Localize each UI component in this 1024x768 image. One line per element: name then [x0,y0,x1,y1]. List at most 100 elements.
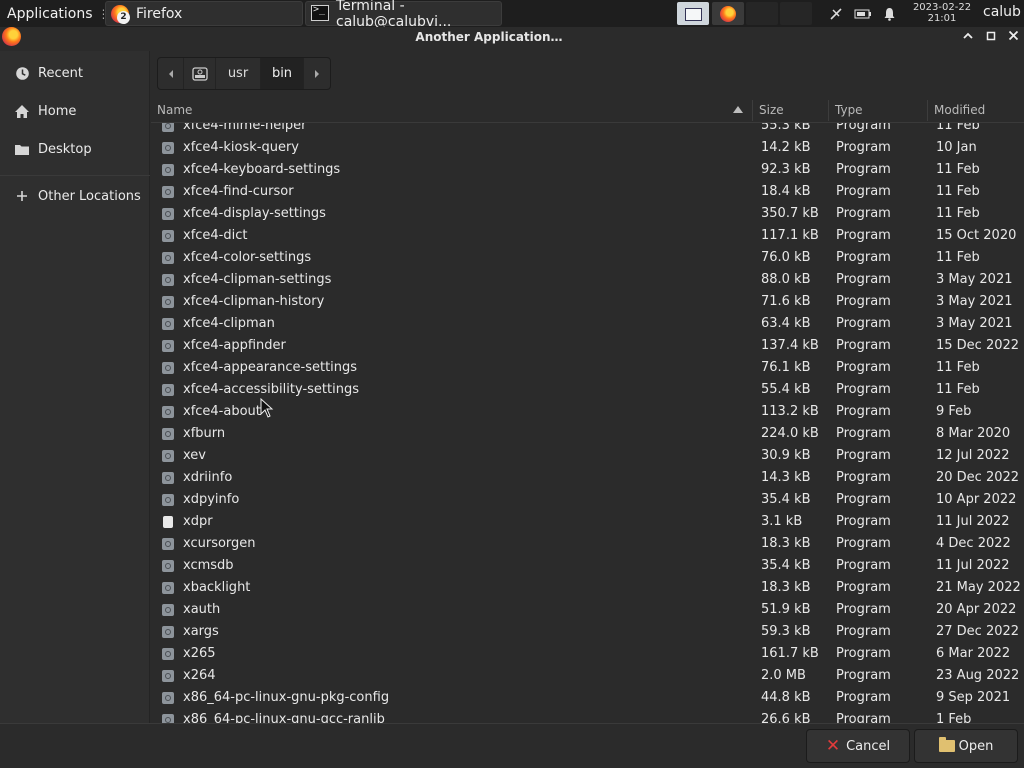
sidebar-item-home[interactable]: Home [0,96,150,126]
mute-icon[interactable] [826,0,846,27]
top-panel: Applications ⋮ 2 Firefox Terminal - calu… [0,0,1024,30]
file-row[interactable]: xfce4-keyboard-settings 92.3 kB Program 11 … [151,159,1024,181]
executable-icon [162,384,174,396]
workspace-4[interactable] [780,2,812,25]
file-row[interactable]: xdpr 3.1 kB Program 11 Jul 2022 [151,511,1024,533]
file-size: 350.7 kB [761,206,819,221]
file-row[interactable]: xcursorgen 18.3 kB Program 4 Dec 2022 [151,533,1024,555]
column-header-type[interactable]: Type [835,98,925,123]
column-divider[interactable] [752,100,753,121]
plus-icon [14,188,30,204]
file-size: 76.0 kB [761,250,811,265]
drive-icon [191,66,208,81]
file-row[interactable]: xfce4-find-cursor 18.4 kB Program 11 Feb [151,181,1024,203]
taskbar-firefox[interactable]: 2 Firefox [105,1,303,26]
file-row[interactable]: xauth 51.9 kB Program 20 Apr 2022 [151,599,1024,621]
file-row[interactable]: xfce4-kiosk-query 14.2 kB Program 10 Jan [151,137,1024,159]
maximize-icon[interactable] [983,30,999,46]
battery-icon[interactable] [852,0,874,27]
user-name[interactable]: calub [983,4,1021,20]
path-back-button[interactable] [158,58,184,89]
terminal-icon [311,4,329,23]
menu-handle-icon: ⋮ [97,6,104,21]
path-segment-bin[interactable]: bin [261,58,304,89]
file-row[interactable]: xfce4-appfinder 137.4 kB Program 15 Dec 202… [151,335,1024,357]
file-type: Program [836,184,891,199]
executable-icon [162,692,174,704]
file-modified: 6 Mar 2022 [936,646,1011,661]
file-row[interactable]: xfburn 224.0 kB Program 8 Mar 2020 [151,423,1024,445]
file-type: Program [836,492,891,507]
file-size: 76.1 kB [761,360,811,375]
workspace-3[interactable] [746,2,778,25]
executable-icon [162,208,174,220]
file-modified: 11 Jul 2022 [936,558,1010,573]
path-forward-button[interactable] [304,58,330,89]
executable-icon [162,450,174,462]
file-row[interactable]: xfce4-clipman 63.4 kB Program 3 May 2021 [151,313,1024,335]
file-type: Program [836,316,891,331]
column-header-modified[interactable]: Modified [934,98,1024,123]
file-row[interactable]: xfce4-clipman-settings 88.0 kB Program 3 Ma… [151,269,1024,291]
file-row[interactable]: xfce4-clipman-history 71.6 kB Program 3 May… [151,291,1024,313]
dialog-action-bar: ✕ Cancel Open [0,723,1024,768]
column-header-name[interactable]: Name [157,98,747,123]
path-root-button[interactable] [184,58,216,89]
file-row[interactable]: xev 30.9 kB Program 12 Jul 2022 [151,445,1024,467]
column-header-size[interactable]: Size [759,98,829,123]
workspace-1[interactable] [677,2,709,25]
file-row[interactable]: xfce4-accessibility-settings 55.4 kB Progr… [151,379,1024,401]
file-row[interactable]: xargs 59.3 kB Program 27 Dec 2022 [151,621,1024,643]
file-row[interactable]: xcmsdb 35.4 kB Program 11 Jul 2022 [151,555,1024,577]
minimize-icon[interactable] [960,30,976,46]
file-row[interactable]: xfce4-mime-helper 55.3 kB Program 11 Feb [151,123,1024,137]
file-modified: 10 Apr 2022 [936,492,1017,507]
bell-icon[interactable] [880,0,898,27]
executable-icon [162,582,174,594]
file-row[interactable]: xfce4-about 113.2 kB Program 9 Feb [151,401,1024,423]
file-row[interactable]: xfce4-dict 117.1 kB Program 15 Oct 2020 [151,225,1024,247]
file-row[interactable]: xdpyinfo 35.4 kB Program 10 Apr 2022 [151,489,1024,511]
close-icon[interactable] [1005,30,1021,46]
sidebar-item-desktop[interactable]: Desktop [0,134,150,164]
file-modified: 20 Dec 2022 [936,470,1020,485]
file-row[interactable]: x264 2.0 MB Program 23 Aug 2022 [151,665,1024,687]
file-type: Program [836,602,891,617]
file-row[interactable]: xdriinfo 14.3 kB Program 20 Dec 2022 [151,467,1024,489]
sidebar-item-recent[interactable]: Recent [0,58,150,88]
sidebar-item-other-locations[interactable]: Other Locations [0,181,150,211]
mouse-pointer-icon [260,398,274,418]
workspace-2[interactable] [712,2,744,25]
executable-icon [162,318,174,330]
column-divider[interactable] [828,100,829,121]
executable-icon [162,714,174,723]
file-type: Program [836,426,891,441]
taskbar-terminal[interactable]: Terminal - calub@calubvi... [305,0,502,30]
file-type: Program [836,360,891,375]
file-list-header: Name Size Type Modified [151,98,1024,123]
file-row[interactable]: x265 161.7 kB Program 6 Mar 2022 [151,643,1024,665]
file-modified: 15 Dec 2022 [936,338,1020,353]
path-segment-usr[interactable]: usr [216,58,261,89]
path-bar: usr bin [157,57,331,90]
applications-menu[interactable]: Applications ⋮ [0,0,104,27]
file-row[interactable]: x86_64-pc-linux-gnu-pkg-config 44.8 kB Pro… [151,687,1024,709]
home-icon [14,103,30,119]
file-name: xfce4-clipman-settings [183,272,332,287]
file-row[interactable]: x86_64-pc-linux-gnu-gcc-ranlib 26.6 kB Pro… [151,709,1024,723]
file-row[interactable]: xfce4-appearance-settings 76.1 kB Program 1… [151,357,1024,379]
file-modified: 11 Feb [936,360,980,375]
cancel-button[interactable]: ✕ Cancel [806,729,910,763]
file-size: 55.4 kB [761,382,811,397]
file-type: Program [836,382,891,397]
clock[interactable]: 2023-02-22 21:01 [904,2,980,24]
file-modified: 23 Aug 2022 [936,668,1020,683]
window-count-badge: 2 [117,10,130,24]
file-row[interactable]: xbacklight 18.3 kB Program 21 May 2022 [151,577,1024,599]
file-row[interactable]: xfce4-display-settings 350.7 kB Program 11 … [151,203,1024,225]
open-button[interactable]: Open [914,729,1018,763]
close-icon: ✕ [825,736,841,756]
file-row[interactable]: xfce4-color-settings 76.0 kB Program 11 Feb [151,247,1024,269]
column-divider[interactable] [927,100,928,121]
file-size: 113.2 kB [761,404,819,419]
